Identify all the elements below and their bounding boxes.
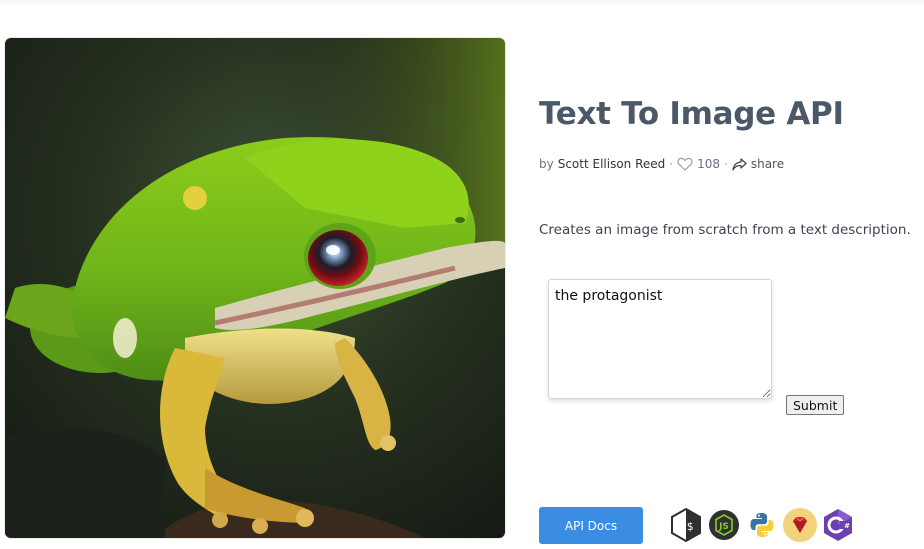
author-prefix: by [539, 157, 554, 171]
svg-text:JS: JS [718, 522, 729, 532]
svg-text:$: $ [687, 520, 694, 533]
prompt-input[interactable] [548, 279, 772, 399]
frog-illustration [5, 38, 505, 538]
share-label: share [750, 157, 785, 171]
result-image [5, 38, 505, 538]
shell-icon[interactable]: $ [668, 507, 704, 543]
heart-icon [677, 157, 693, 171]
top-bar [0, 0, 924, 6]
svg-text:#: # [844, 522, 850, 530]
separator: · [724, 157, 728, 171]
author-link[interactable]: Scott Ellison Reed [558, 157, 666, 171]
like-count: 108 [697, 157, 721, 171]
python-icon[interactable] [744, 507, 780, 543]
submit-button[interactable]: Submit [786, 395, 845, 415]
nodejs-icon[interactable]: JS [706, 507, 742, 543]
share-button[interactable]: share [732, 157, 784, 171]
api-docs-button[interactable]: API Docs [539, 507, 643, 544]
like-button[interactable]: 108 [677, 157, 720, 171]
api-description: Creates an image from scratch from a tex… [539, 222, 911, 238]
share-icon [732, 157, 747, 171]
ruby-icon[interactable] [782, 507, 818, 543]
csharp-icon[interactable]: # [820, 507, 856, 543]
meta-row: by Scott Ellison Reed · 108 · share [539, 157, 784, 171]
page-title: Text To Image API [539, 96, 844, 132]
separator: · [669, 157, 674, 171]
